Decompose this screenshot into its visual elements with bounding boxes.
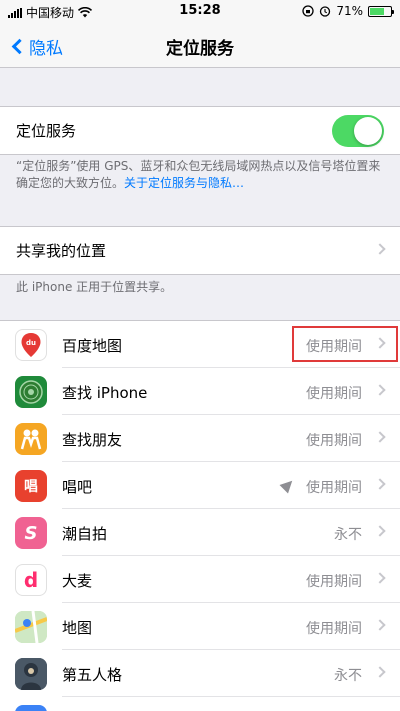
app-permission: 使用期间 — [306, 574, 362, 590]
location-services-group: 定位服务 — [0, 106, 400, 155]
chevron-right-icon — [374, 384, 386, 396]
app-row-find-iphone[interactable]: 查找 iPhone 使用期间 — [0, 368, 400, 415]
location-services-row: 定位服务 — [0, 107, 400, 154]
location-services-description: “定位服务”使用 GPS、蓝牙和众包无线局域网热点以及信号塔位置来确定您的大致方… — [16, 158, 384, 192]
app-name: 查找 iPhone — [62, 384, 148, 402]
damai-glyph: d — [23, 568, 39, 592]
chevron-right-icon — [374, 666, 386, 678]
chevron-right-icon — [374, 243, 386, 255]
app-row-maps[interactable]: 地图 使用期间 — [0, 603, 400, 650]
app-row-changba[interactable]: 唱 唱吧 使用期间 — [0, 462, 400, 509]
location-arrow-icon — [279, 476, 297, 494]
page-title: 定位服务 — [166, 39, 234, 59]
svg-text:du: du — [26, 339, 36, 347]
highlight-annotation — [292, 326, 398, 362]
app-permission: 永不 — [334, 527, 362, 543]
identity-v-icon — [15, 658, 47, 690]
app-permission: 使用期间 — [306, 386, 362, 402]
chevron-right-icon — [374, 478, 386, 490]
share-location-group: 共享我的位置 — [0, 226, 400, 275]
baidu-maps-icon: du — [15, 329, 47, 361]
app-permission: 使用期间 — [306, 621, 362, 637]
app-permission: 使用期间 — [306, 433, 362, 449]
chevron-right-icon — [374, 431, 386, 443]
toggle-knob — [354, 117, 382, 145]
app-name: 第五人格 — [62, 666, 123, 684]
share-location-label: 共享我的位置 — [16, 242, 107, 260]
location-services-toggle[interactable] — [332, 115, 384, 147]
share-location-footer: 此 iPhone 正用于位置共享。 — [16, 280, 173, 294]
app-row-damai[interactable]: d 大麦 使用期间 — [0, 556, 400, 603]
chevron-right-icon — [374, 525, 386, 537]
app-name: 大麦 — [62, 572, 93, 590]
partial-app-icon — [15, 705, 47, 711]
changba-glyph: 唱 — [24, 479, 38, 495]
app-row-identity-v[interactable]: 第五人格 永不 — [0, 650, 400, 697]
app-name: 地图 — [62, 619, 93, 637]
damai-icon: d — [15, 564, 47, 596]
privacy-link[interactable]: 关于定位服务与隐私… — [124, 176, 244, 190]
location-services-label: 定位服务 — [16, 122, 77, 140]
app-list: du 百度地图 使用期间 查找 iPhone 使用期间 查找朋友 使用期间 唱 … — [0, 320, 400, 711]
app-name: 潮自拍 — [62, 525, 108, 543]
app-row-chaozipai[interactable]: S 潮自拍 永不 — [0, 509, 400, 556]
rotation-lock-icon — [302, 5, 314, 17]
app-row-baidu-maps[interactable]: du 百度地图 使用期间 — [0, 321, 400, 368]
app-row-find-friends[interactable]: 查找朋友 使用期间 — [0, 415, 400, 462]
app-permission: 使用期间 — [306, 480, 362, 496]
app-permission: 永不 — [334, 668, 362, 684]
changba-icon: 唱 — [15, 470, 47, 502]
app-name: 百度地图 — [62, 337, 123, 355]
chevron-right-icon — [374, 572, 386, 584]
alarm-icon — [320, 6, 331, 17]
chaozipai-icon: S — [15, 517, 47, 549]
app-name: 查找朋友 — [62, 431, 123, 449]
apple-maps-icon — [15, 611, 47, 643]
navigation-bar: 隐私 定位服务 — [0, 22, 400, 68]
chevron-right-icon — [374, 619, 386, 631]
app-name: 唱吧 — [62, 478, 93, 496]
status-bar: 中国移动 15:28 71% — [0, 0, 400, 22]
share-location-row[interactable]: 共享我的位置 — [0, 227, 400, 274]
find-iphone-icon — [15, 376, 47, 408]
battery-percent: 71% — [336, 4, 363, 18]
find-friends-icon — [15, 423, 47, 455]
battery-icon — [368, 5, 394, 17]
chaozipai-glyph: S — [24, 522, 38, 544]
app-row-partial[interactable] — [0, 697, 400, 711]
